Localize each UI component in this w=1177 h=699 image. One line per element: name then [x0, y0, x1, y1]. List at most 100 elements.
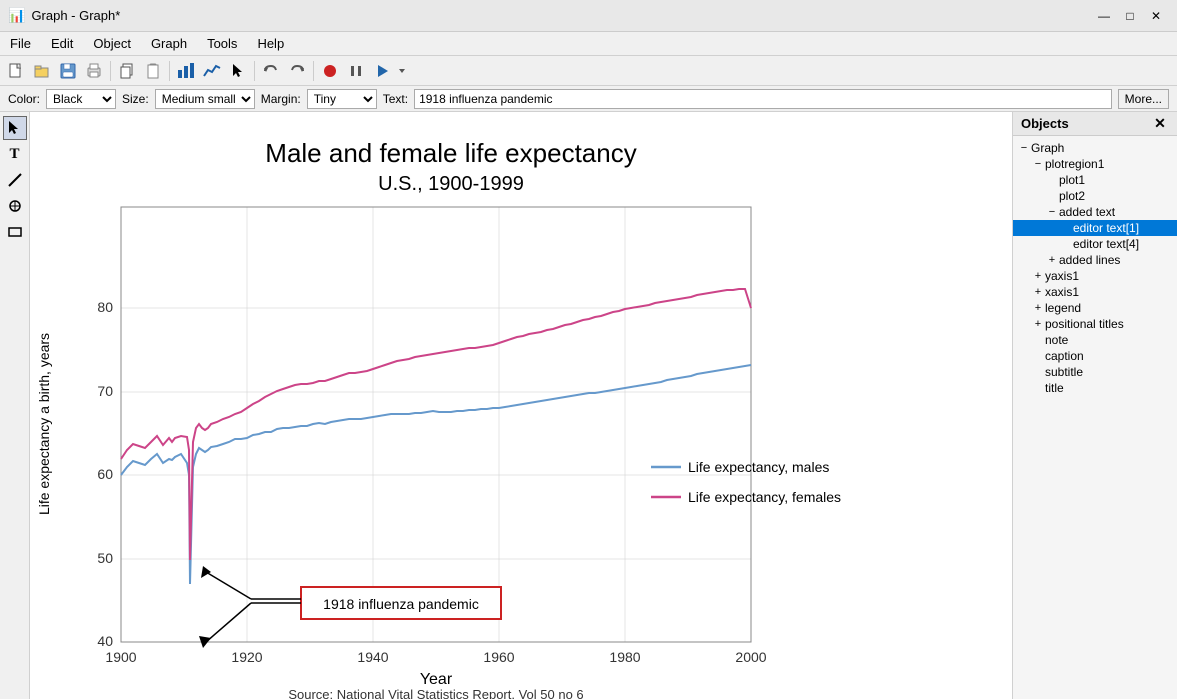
graph-area[interactable]: Male and female life expectancy U.S., 19…	[30, 112, 1012, 699]
maximize-button[interactable]: □	[1117, 7, 1143, 25]
tree-item-plot1[interactable]: plot1	[1013, 172, 1177, 188]
svg-text:1900: 1900	[105, 649, 136, 665]
svg-text:60: 60	[97, 466, 113, 482]
tree-label-xaxis1: xaxis1	[1045, 285, 1079, 299]
margin-select[interactable]: Tiny	[307, 89, 377, 109]
minimize-button[interactable]: —	[1091, 7, 1117, 25]
tree-item-subtitle[interactable]: subtitle	[1013, 364, 1177, 380]
tree-item-xaxis1[interactable]: +xaxis1	[1013, 284, 1177, 300]
play-button[interactable]	[370, 59, 394, 83]
svg-text:Male and female life expectanc: Male and female life expectancy	[265, 138, 636, 168]
svg-text:Life expectancy, females: Life expectancy, females	[688, 489, 841, 505]
tree-expander-positional-titles[interactable]: +	[1031, 318, 1045, 330]
tree-item-graph[interactable]: −Graph	[1013, 140, 1177, 156]
close-button[interactable]: ✕	[1143, 7, 1169, 25]
tree-item-note[interactable]: note	[1013, 332, 1177, 348]
rect-tool[interactable]	[3, 220, 27, 244]
tools-panel: T	[0, 112, 30, 699]
tree-label-note: note	[1045, 333, 1068, 347]
tree-label-title: title	[1045, 381, 1064, 395]
tree-item-title[interactable]: title	[1013, 380, 1177, 396]
save-button[interactable]	[56, 59, 80, 83]
line-chart-button[interactable]	[200, 59, 224, 83]
window-controls: — □ ✕	[1091, 7, 1169, 25]
tree-item-editor-text-4[interactable]: editor text[4]	[1013, 236, 1177, 252]
new-button[interactable]	[4, 59, 28, 83]
tree-label-subtitle: subtitle	[1045, 365, 1083, 379]
tree-item-added-text[interactable]: −added text	[1013, 204, 1177, 220]
tree-item-legend[interactable]: +legend	[1013, 300, 1177, 316]
tree-label-plot2: plot2	[1059, 189, 1085, 203]
text-input[interactable]	[414, 89, 1112, 109]
tree-item-plotregion1[interactable]: −plotregion1	[1013, 156, 1177, 172]
color-select[interactable]: Black	[46, 89, 116, 109]
svg-text:Source: National Vital Statist: Source: National Vital Statistics Report…	[288, 687, 583, 699]
svg-text:1918 influenza pandemic: 1918 influenza pandemic	[323, 596, 479, 612]
tree-item-added-lines[interactable]: +added lines	[1013, 252, 1177, 268]
more-button[interactable]: More...	[1118, 89, 1169, 109]
tree-label-plot1: plot1	[1059, 173, 1085, 187]
paste-button[interactable]	[141, 59, 165, 83]
menu-graph[interactable]: Graph	[141, 32, 197, 55]
margin-label: Margin:	[261, 92, 301, 106]
circle-tool[interactable]	[3, 194, 27, 218]
bar-chart-button[interactable]	[174, 59, 198, 83]
window-title: Graph - Graph*	[31, 8, 1091, 23]
svg-text:1980: 1980	[609, 649, 640, 665]
tree-item-yaxis1[interactable]: +yaxis1	[1013, 268, 1177, 284]
toolbar	[0, 56, 1177, 86]
tree-label-plotregion1: plotregion1	[1045, 157, 1104, 171]
tree-expander-xaxis1[interactable]: +	[1031, 286, 1045, 298]
svg-text:Life expectancy, males: Life expectancy, males	[688, 459, 829, 475]
tree-expander-yaxis1[interactable]: +	[1031, 270, 1045, 282]
tree-label-caption: caption	[1045, 349, 1084, 363]
app-icon: 📊	[8, 7, 25, 24]
menu-tools[interactable]: Tools	[197, 32, 247, 55]
menu-bar: File Edit Object Graph Tools Help	[0, 32, 1177, 56]
objects-panel-close[interactable]: ✕	[1151, 115, 1169, 133]
line-tool[interactable]	[3, 168, 27, 192]
main-area: T Male and female life expectancy U.S., …	[0, 112, 1177, 699]
select-tool-toolbar[interactable]	[226, 59, 250, 83]
menu-help[interactable]: Help	[247, 32, 294, 55]
svg-text:1920: 1920	[231, 649, 262, 665]
tree-item-caption[interactable]: caption	[1013, 348, 1177, 364]
open-button[interactable]	[30, 59, 54, 83]
menu-file[interactable]: File	[0, 32, 41, 55]
objects-panel: Objects ✕ −Graph−plotregion1 plot1 plot2…	[1012, 112, 1177, 699]
text-label: Text:	[383, 92, 408, 106]
text-tool[interactable]: T	[3, 142, 27, 166]
tree-label-graph: Graph	[1031, 141, 1064, 155]
copy-button[interactable]	[115, 59, 139, 83]
tree-label-positional-titles: positional titles	[1045, 317, 1124, 331]
properties-bar: Color: Black Size: Medium small Margin: …	[0, 86, 1177, 112]
svg-text:40: 40	[97, 633, 113, 649]
select-tool[interactable]	[3, 116, 27, 140]
tree-expander-plotregion1[interactable]: −	[1031, 158, 1045, 170]
svg-text:50: 50	[97, 550, 113, 566]
tree-item-positional-titles[interactable]: +positional titles	[1013, 316, 1177, 332]
svg-text:Life expectancy a birth, years: Life expectancy a birth, years	[36, 333, 52, 515]
menu-object[interactable]: Object	[83, 32, 141, 55]
tree-item-editor-text-1[interactable]: editor text[1]	[1013, 220, 1177, 236]
tree-expander-legend[interactable]: +	[1031, 302, 1045, 314]
tree-expander-graph[interactable]: −	[1017, 142, 1031, 154]
undo-button[interactable]	[259, 59, 283, 83]
tree-expander-added-text[interactable]: −	[1045, 206, 1059, 218]
tree-label-added-text: added text	[1059, 205, 1115, 219]
size-select[interactable]: Medium small	[155, 89, 255, 109]
record-button[interactable]	[318, 59, 342, 83]
tree-label-legend: legend	[1045, 301, 1081, 315]
play-dropdown-button[interactable]	[396, 59, 408, 83]
tree-item-plot2[interactable]: plot2	[1013, 188, 1177, 204]
tree-label-yaxis1: yaxis1	[1045, 269, 1079, 283]
pause-button[interactable]	[344, 59, 368, 83]
svg-text:2000: 2000	[735, 649, 766, 665]
print-button[interactable]	[82, 59, 106, 83]
tree-label-added-lines: added lines	[1059, 253, 1120, 267]
size-label: Size:	[122, 92, 149, 106]
svg-text:70: 70	[97, 383, 113, 399]
tree-expander-added-lines[interactable]: +	[1045, 254, 1059, 266]
menu-edit[interactable]: Edit	[41, 32, 83, 55]
redo-button[interactable]	[285, 59, 309, 83]
